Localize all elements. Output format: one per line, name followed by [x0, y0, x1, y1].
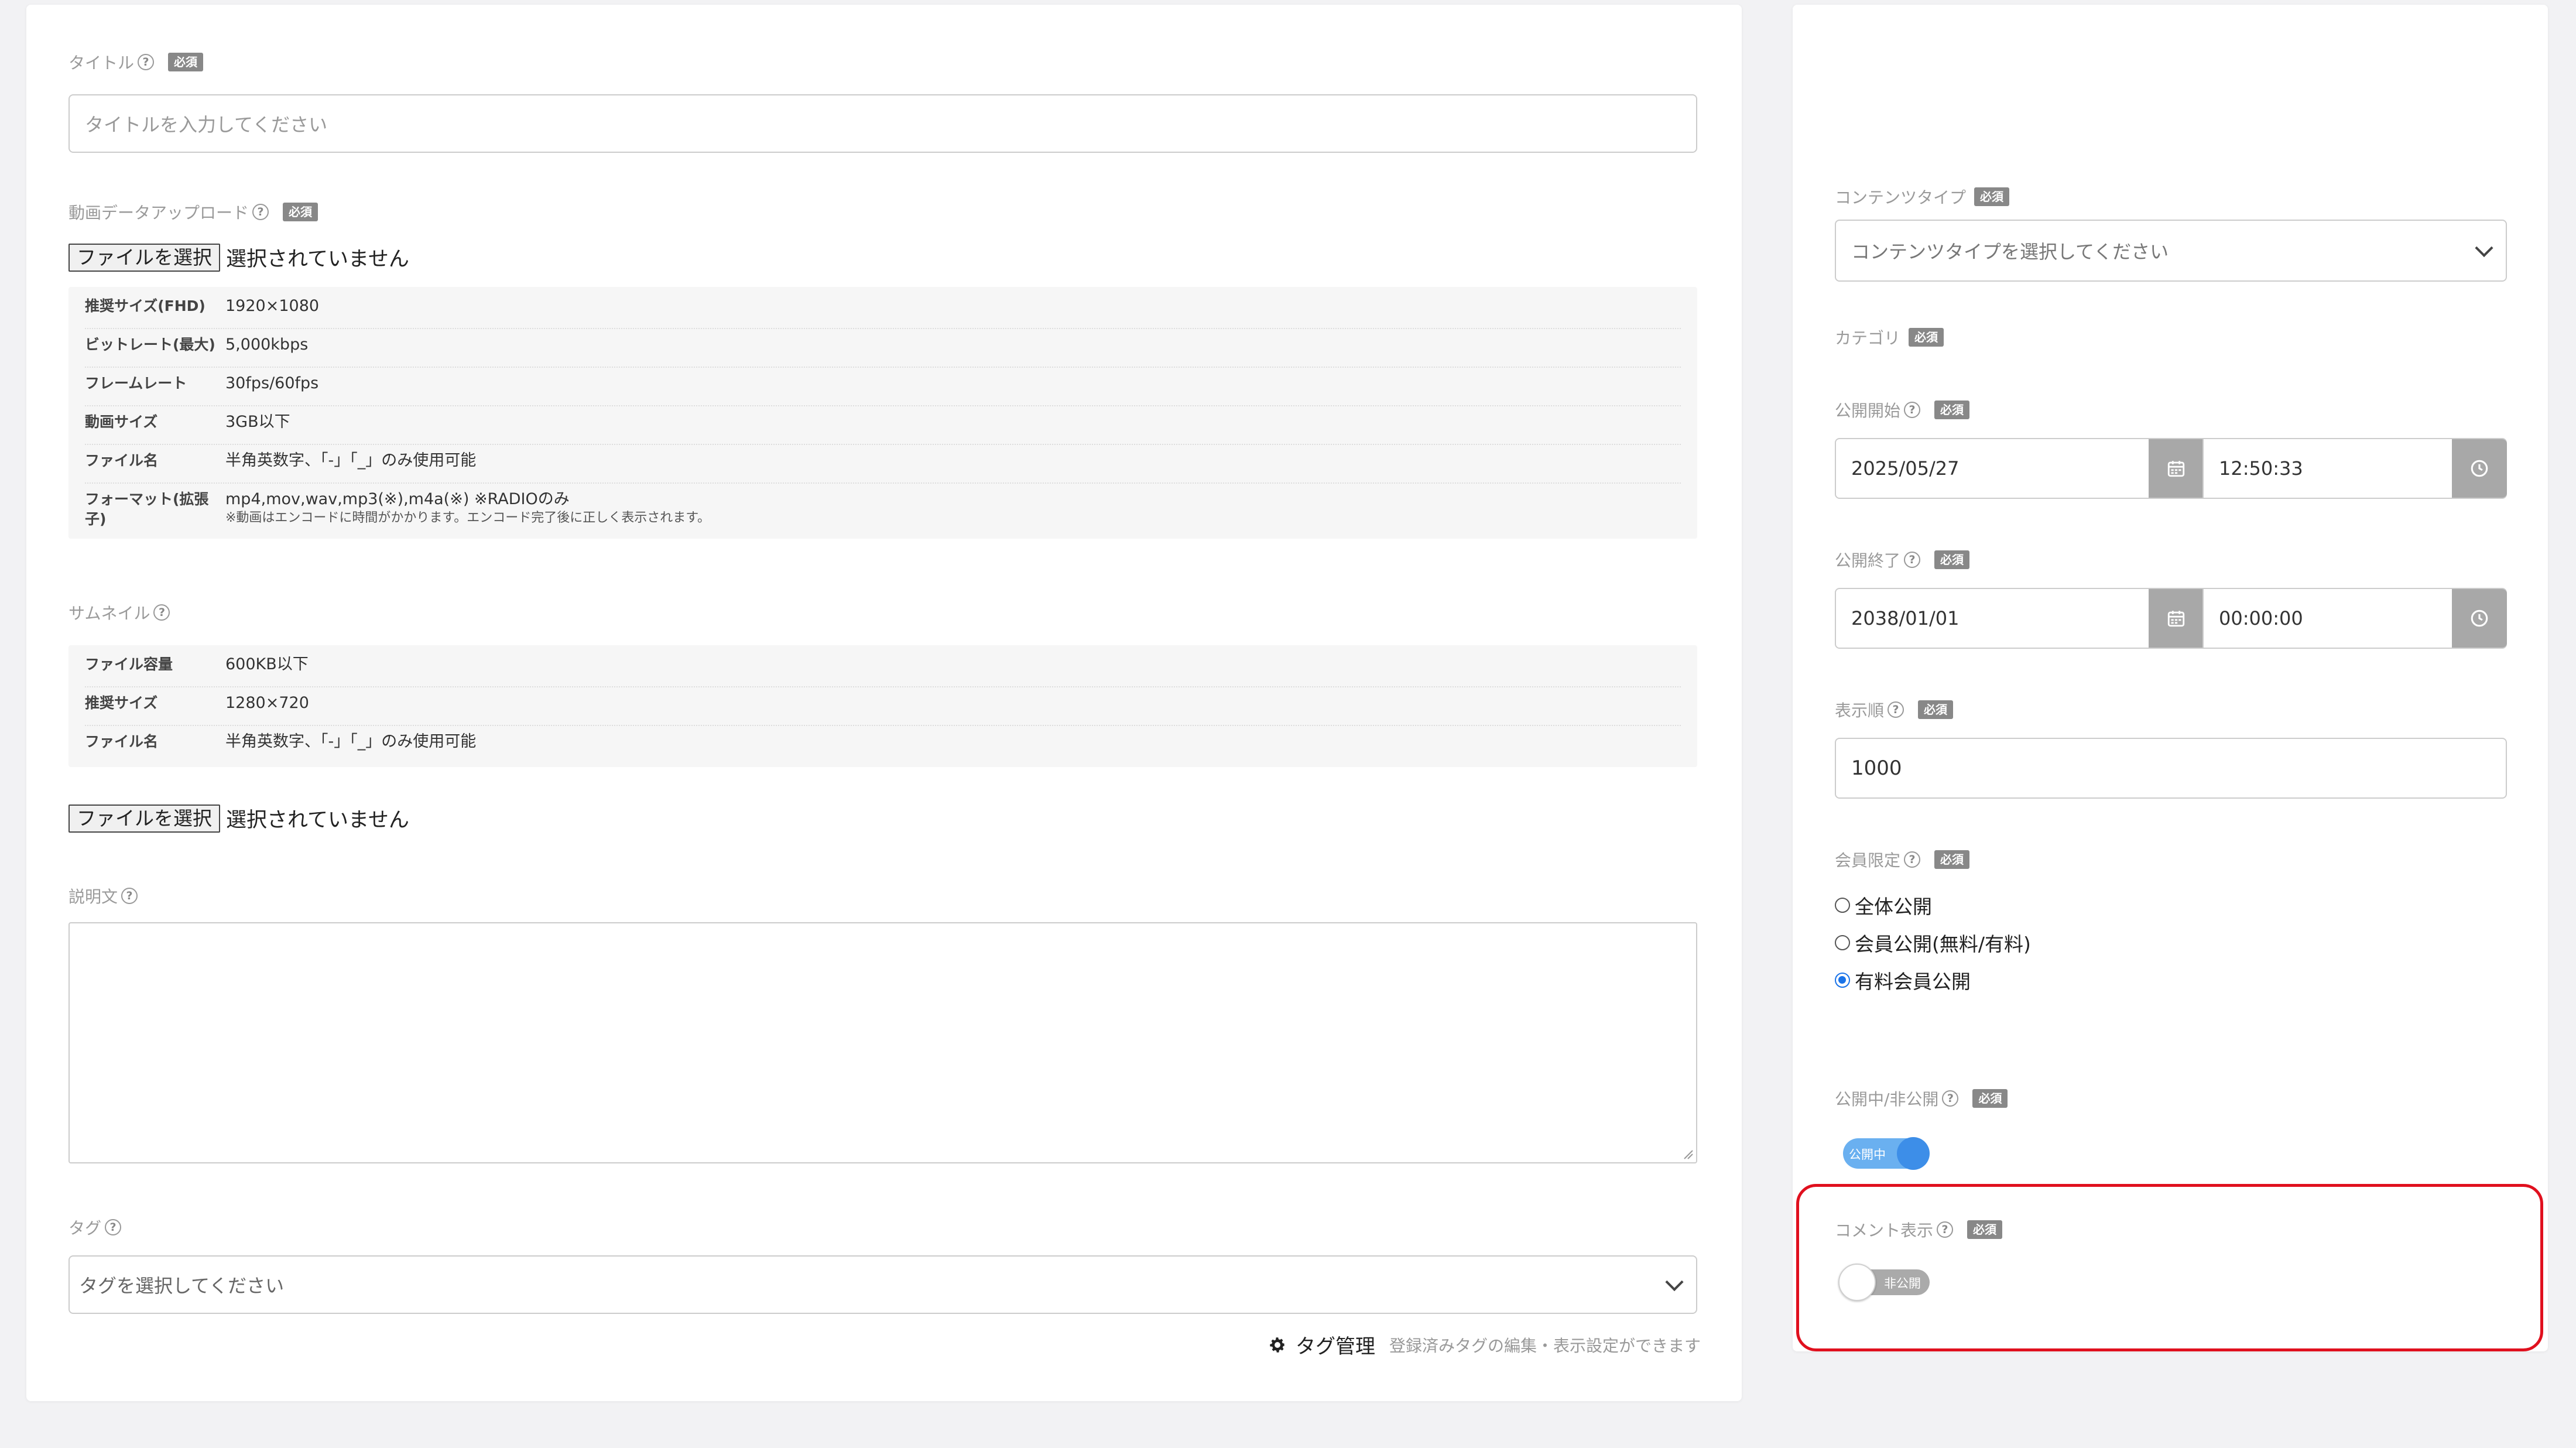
- required-badge: 必須: [283, 203, 318, 221]
- help-icon[interactable]: ?: [138, 54, 155, 70]
- help-icon[interactable]: ?: [1904, 402, 1921, 418]
- radio-button[interactable]: [1835, 935, 1850, 950]
- tags-label: タグ ?: [68, 1216, 122, 1239]
- tag-manage-hint: 登録済みタグの編集・表示設定ができます: [1389, 1336, 1701, 1355]
- video-upload-label: 動画データアップロード ? 必須: [68, 200, 318, 224]
- spec-row: ファイル容量 600KB以下: [85, 649, 1681, 687]
- help-icon[interactable]: ?: [252, 204, 269, 220]
- spec-row: ファイル名 半角英数字、「-」「_」のみ使用可能: [85, 732, 477, 751]
- content-type-label: コンテンツタイプ 必須: [1835, 185, 2010, 208]
- encode-note: ※動画はエンコードに時間がかかります。エンコード完了後に正しく表示されます。: [225, 511, 711, 525]
- description-label: 説明文 ?: [68, 884, 138, 908]
- publish-end-date-input[interactable]: 2038/01/01: [1835, 588, 2204, 649]
- calendar-icon: [2167, 611, 2185, 627]
- membership-label: 会員限定 ? 必須: [1835, 848, 1970, 871]
- help-icon[interactable]: ?: [1904, 552, 1921, 568]
- radio-button[interactable]: [1835, 898, 1850, 913]
- thumbnail-file-picker: ファイルを選択 選択されていません: [68, 803, 409, 833]
- required-badge: 必須: [1974, 187, 2010, 206]
- settings-panel: コンテンツタイプ 必須 コンテンツタイプを選択してください カテゴリ 必須 公開…: [1793, 5, 2548, 1351]
- required-badge: 必須: [1934, 850, 1970, 869]
- toggle-knob: [1897, 1137, 1930, 1170]
- required-badge: 必須: [1934, 400, 1970, 419]
- required-badge: 必須: [1909, 328, 1944, 347]
- tags-select[interactable]: タグを選択してください: [68, 1255, 1697, 1314]
- title-input[interactable]: タイトルを入力してください: [68, 94, 1697, 153]
- help-icon[interactable]: ?: [1904, 851, 1921, 868]
- required-badge: 必須: [168, 53, 204, 71]
- publish-end-label: 公開終了 ? 必須: [1835, 548, 1970, 571]
- clock-icon: [2471, 460, 2488, 477]
- clock-button[interactable]: [2452, 589, 2507, 648]
- category-label: カテゴリ 必須: [1835, 326, 1944, 349]
- required-badge: 必須: [1918, 700, 1954, 719]
- video-file-picker: ファイルを選択 選択されていません: [68, 242, 409, 272]
- video-file-status: 選択されていません: [226, 248, 409, 271]
- calendar-button[interactable]: [2149, 589, 2204, 648]
- spec-row: 推奨サイズ 1280×720: [85, 687, 1681, 726]
- video-spec-table: 推奨サイズ(FHD) 1920×1080 ビットレート(最大) 5,000kbp…: [68, 287, 1697, 539]
- radio-button-selected[interactable]: [1835, 973, 1850, 988]
- thumbnail-file-button[interactable]: ファイルを選択: [68, 804, 220, 833]
- tag-manage-link[interactable]: タグ管理 登録済みタグの編集・表示設定ができます: [1268, 1330, 1701, 1359]
- membership-option-all[interactable]: 全体公開: [1835, 891, 1932, 919]
- thumbnail-label: サムネイル ?: [68, 601, 170, 624]
- video-file-button[interactable]: ファイルを選択: [68, 243, 220, 272]
- clock-icon: [2471, 610, 2488, 627]
- publish-start-date-input[interactable]: 2025/05/27: [1835, 438, 2204, 499]
- help-icon[interactable]: ?: [153, 604, 170, 621]
- chevron-down-icon: [1665, 1273, 1684, 1292]
- spec-row: 推奨サイズ(FHD) 1920×1080: [85, 290, 1681, 329]
- spec-row: ビットレート(最大) 5,000kbps: [85, 329, 1681, 368]
- required-badge: 必須: [1972, 1089, 2008, 1108]
- membership-option-members[interactable]: 会員公開(無料/有料): [1835, 929, 2031, 957]
- required-badge: 必須: [1934, 550, 1970, 569]
- spec-row: フォーマット(拡張子) mp4,mov,wav,mp3(※),m4a(※) ※R…: [85, 490, 711, 528]
- gear-icon: [1270, 1337, 1285, 1353]
- display-order-input[interactable]: 1000: [1835, 738, 2507, 799]
- publish-status-toggle[interactable]: 公開中: [1843, 1137, 1930, 1170]
- resize-handle-icon[interactable]: [1682, 1148, 1694, 1160]
- chevron-down-icon: [2475, 239, 2493, 258]
- content-type-select[interactable]: コンテンツタイプを選択してください: [1835, 220, 2507, 282]
- description-textarea[interactable]: [68, 922, 1697, 1163]
- tag-manage-label: タグ管理: [1295, 1335, 1375, 1358]
- display-order-label: 表示順 ? 必須: [1835, 698, 1954, 721]
- spec-row: ファイル名 半角英数字、「-」「_」のみ使用可能: [85, 445, 1681, 484]
- main-form-panel: タイトル ? 必須 タイトルを入力してください 動画データアップロード ? 必須…: [26, 5, 1742, 1401]
- spec-row: 動画サイズ 3GB以下: [85, 406, 1681, 445]
- publish-start-time-input[interactable]: 12:50:33: [2202, 438, 2507, 499]
- calendar-button[interactable]: [2149, 439, 2204, 498]
- help-icon[interactable]: ?: [1888, 701, 1904, 718]
- publish-start-label: 公開開始 ? 必須: [1835, 398, 1970, 422]
- help-icon[interactable]: ?: [121, 888, 138, 904]
- help-icon[interactable]: ?: [105, 1219, 122, 1235]
- membership-option-paid[interactable]: 有料会員公開: [1835, 966, 1971, 994]
- clock-button[interactable]: [2452, 439, 2507, 498]
- title-label: タイトル ? 必須: [68, 50, 204, 74]
- thumbnail-file-status: 選択されていません: [226, 809, 409, 832]
- comment-display-highlight: [1796, 1184, 2543, 1351]
- help-icon[interactable]: ?: [1942, 1090, 1959, 1107]
- calendar-icon: [2167, 461, 2185, 477]
- thumbnail-spec-table: ファイル容量 600KB以下 推奨サイズ 1280×720 ファイル名 半角英数…: [68, 645, 1697, 767]
- publish-status-label: 公開中/非公開 ? 必須: [1835, 1087, 2008, 1110]
- publish-end-time-input[interactable]: 00:00:00: [2202, 588, 2507, 649]
- spec-row: フレームレート 30fps/60fps: [85, 368, 1681, 406]
